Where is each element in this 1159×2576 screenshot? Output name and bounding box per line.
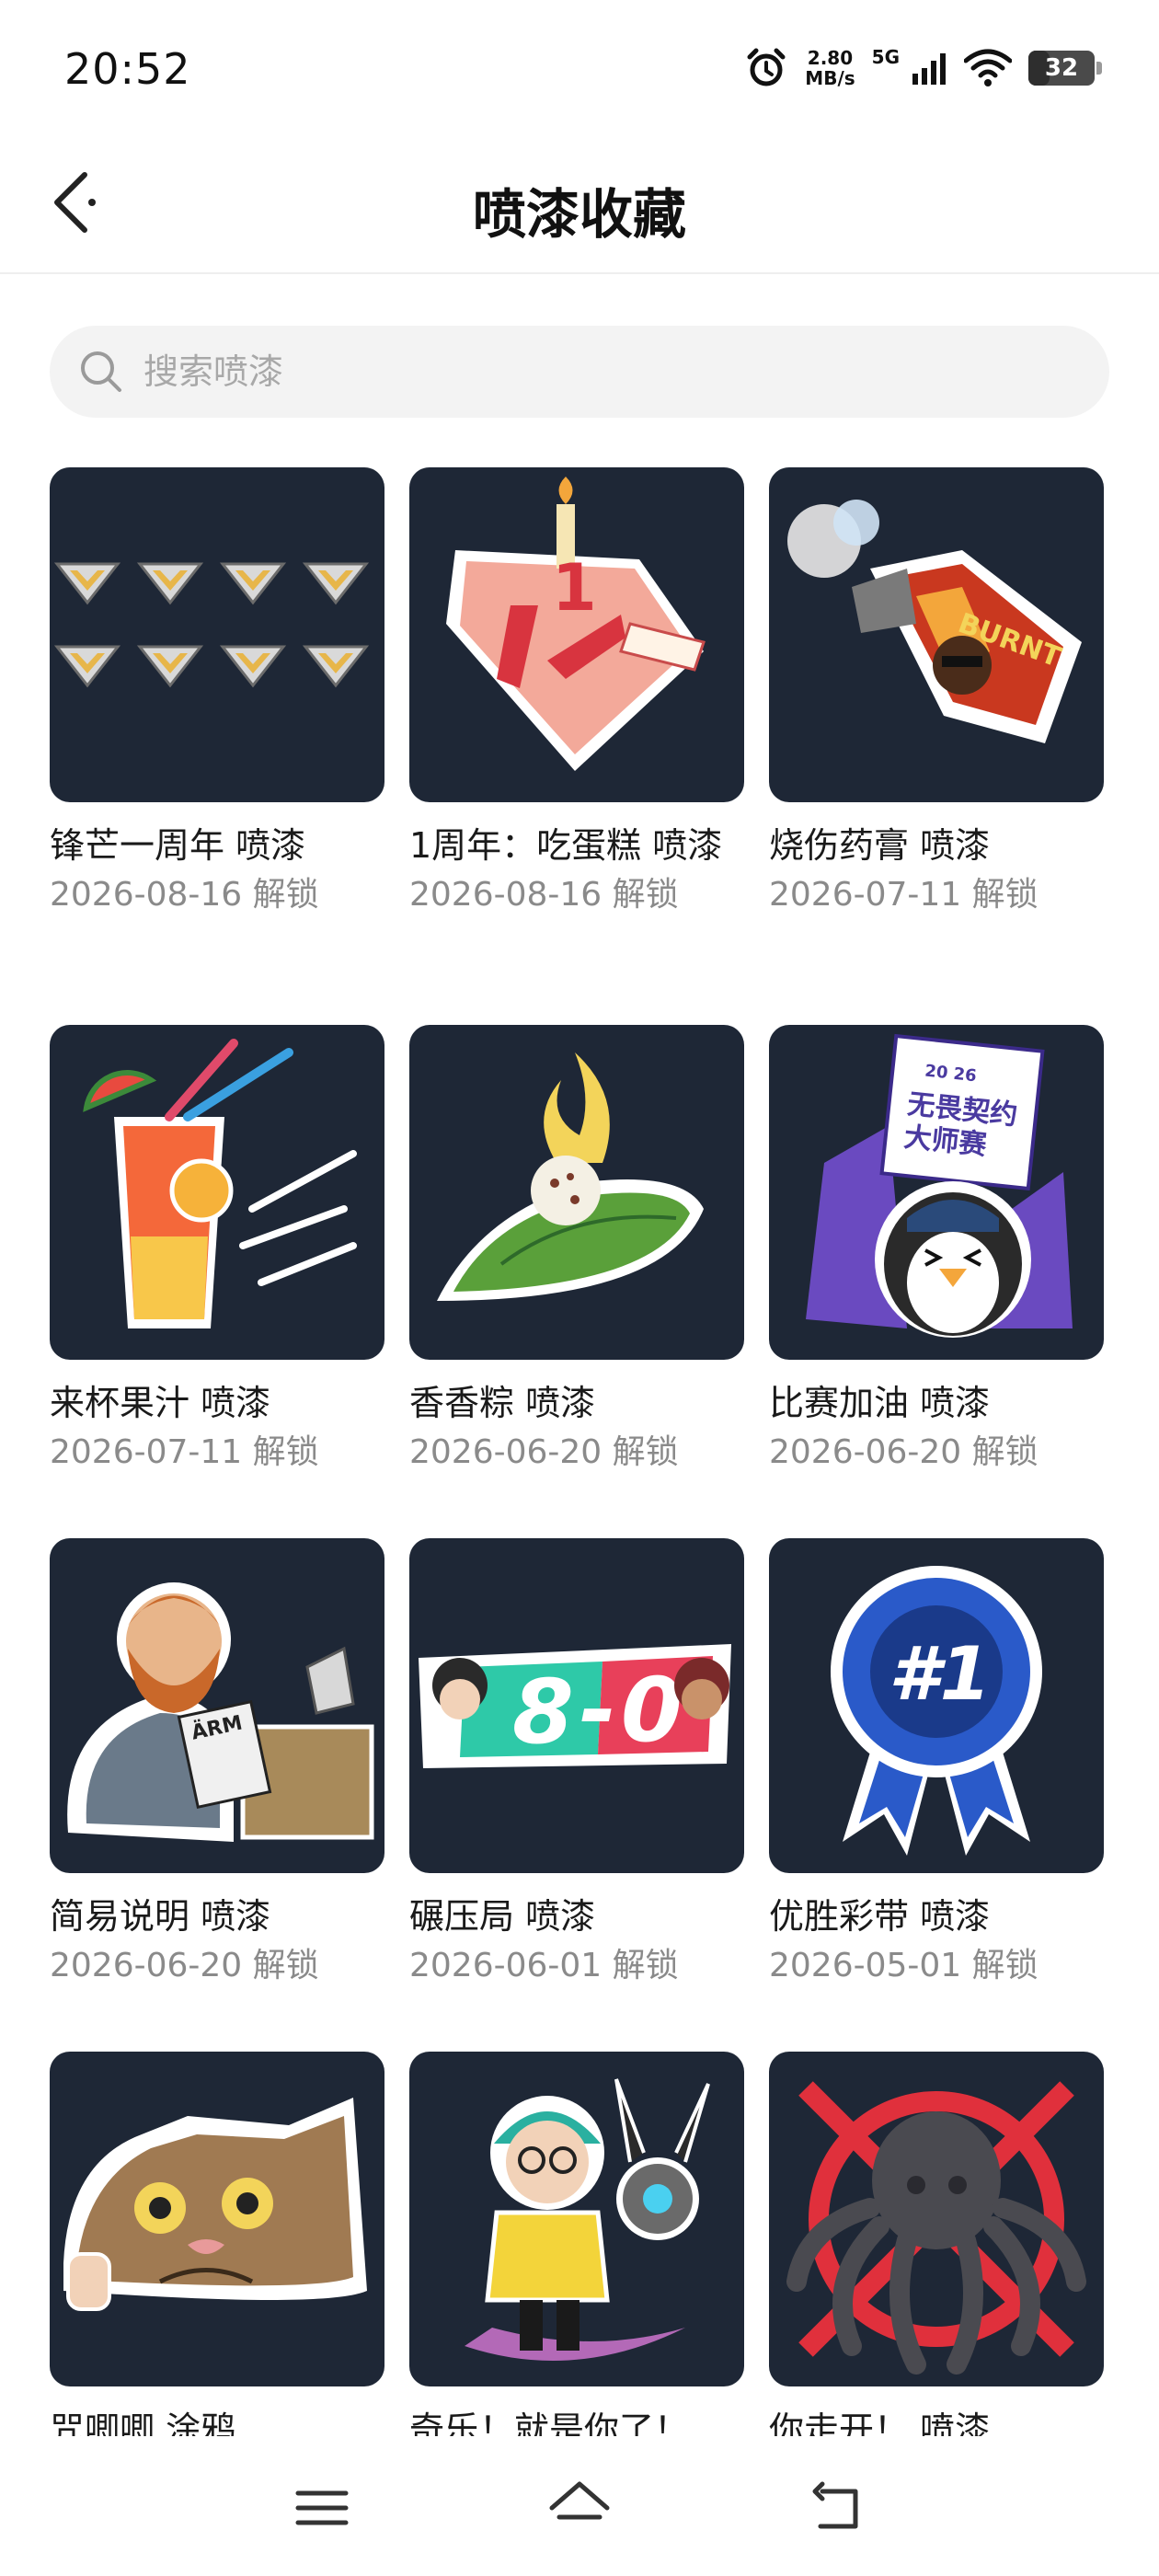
svg-text:-: - — [580, 1659, 616, 1762]
network-type: 5G — [871, 46, 900, 68]
spray-name: 锋芒一周年 喷漆 — [50, 825, 306, 866]
octopus-art — [786, 2081, 1086, 2375]
spray-unlock-date: 2026-07-11 解锁 — [50, 1433, 319, 1471]
spray-thumbnail[interactable] — [769, 2052, 1104, 2386]
spray-card[interactable]: 20 26 无畏契约 大师赛 伦敦 比赛加油 喷漆 2026-06-20 解锁 — [769, 1025, 1104, 1474]
menu-button[interactable] — [285, 2471, 359, 2545]
system-navbar — [0, 2436, 1159, 2576]
spray-card[interactable]: 你走开！ 喷漆 — [769, 2052, 1104, 2436]
alarm-icon — [747, 48, 786, 86]
spray-unlock-date: 2026-08-16 解锁 — [50, 876, 319, 914]
home-button[interactable] — [543, 2471, 616, 2545]
spray-unlock-date: 2026-08-16 解锁 — [409, 876, 679, 914]
spray-grid: 锋芒一周年 喷漆 2026-08-16 解锁 1 1周年：吃蛋糕 喷漆 2026… — [50, 467, 1109, 2436]
signal-icon — [912, 53, 946, 85]
spray-card[interactable]: 1 1周年：吃蛋糕 喷漆 2026-08-16 解锁 — [409, 467, 744, 916]
spray-name: 香香粽 喷漆 — [409, 1383, 596, 1423]
menu-icon — [295, 2490, 349, 2525]
sign-line-3: 伦敦 — [983, 1164, 1011, 1181]
spray-thumbnail[interactable] — [409, 1025, 744, 1360]
spray-unlock-date: 2026-05-01 解锁 — [769, 1947, 1039, 1984]
page-title: 喷漆收藏 — [472, 183, 686, 246]
back-icon — [812, 2481, 858, 2529]
spray-thumbnail[interactable]: #1 — [769, 1538, 1104, 1873]
battery-indicator: 32 — [1028, 51, 1102, 86]
spray-card[interactable]: ÄRM 简易说明 喷漆 2026-06-20 解锁 — [50, 1538, 384, 1987]
spray-collection-screen: 20:52 2.80 MB/s 5G 32 喷漆收藏 搜索喷漆 锋芒一周年 喷漆… — [0, 0, 1159, 2576]
spray-unlock-date: 2026-07-11 解锁 — [769, 876, 1039, 914]
spray-name: 碾压局 喷漆 — [409, 1896, 596, 1937]
zongzi-art — [437, 1052, 704, 1301]
ribbon-award-art: #1 — [831, 1566, 1042, 1856]
speed-unit: MB/s — [805, 67, 855, 89]
battery-level: 32 — [1044, 54, 1079, 82]
spray-card[interactable]: 咒唧唧 涂鸦 — [50, 2052, 384, 2436]
spray-name: 奇乐！就是你了！ — [409, 2409, 690, 2436]
girl-robot-art — [465, 2078, 710, 2361]
spray-unlock-date: 2026-06-20 解锁 — [50, 1947, 319, 1984]
score-right: 0 — [621, 1659, 683, 1762]
spray-thumbnail[interactable]: 20 26 无畏契约 大师赛 伦敦 — [769, 1025, 1104, 1360]
status-bar: 20:52 2.80 MB/s 5G 32 — [0, 0, 1159, 138]
grumpy-cat-art — [63, 2098, 367, 2311]
spray-card[interactable]: BURNT 烧伤药膏 喷漆 2026-07-11 解锁 — [769, 467, 1104, 916]
spray-name: 咒唧唧 涂鸦 — [50, 2409, 236, 2436]
spray-unlock-date: 2026-06-01 解锁 — [409, 1947, 679, 1984]
burnt-rocket-art: BURNT — [787, 500, 1082, 743]
manual-reading-art: ÄRM — [67, 1582, 374, 1842]
spray-name: 烧伤药膏 喷漆 — [769, 825, 991, 866]
home-icon — [549, 2481, 610, 2520]
spray-unlock-date: 2026-06-20 解锁 — [769, 1433, 1039, 1471]
wifi-icon — [964, 49, 1012, 86]
spray-name: 比赛加油 喷漆 — [769, 1383, 991, 1423]
header: 喷漆收藏 — [0, 138, 1159, 274]
anniversary-badges-art — [53, 562, 370, 688]
status-time: 20:52 — [64, 44, 191, 94]
search-icon — [81, 351, 121, 392]
spray-thumbnail[interactable]: 8 - 0 — [409, 1538, 744, 1873]
status-icons: 2.80 MB/s 5G 32 — [744, 46, 1102, 90]
svg-text:1: 1 — [552, 550, 597, 626]
spray-thumbnail[interactable] — [50, 2052, 384, 2386]
system-back-button[interactable] — [800, 2471, 874, 2545]
spray-card[interactable]: 8 - 0 碾压局 喷漆 2026-06-01 解锁 — [409, 1538, 744, 1987]
spray-unlock-date: 2026-06-20 解锁 — [409, 1433, 679, 1471]
juice-art — [83, 1039, 357, 1328]
penguin-sign-art: 20 26 无畏契约 大师赛 伦敦 — [806, 1033, 1073, 1338]
spray-name: 简易说明 喷漆 — [50, 1896, 271, 1937]
spray-card[interactable]: 来杯果汁 喷漆 2026-07-11 解锁 — [50, 1025, 384, 1474]
spray-name: 1周年：吃蛋糕 喷漆 — [409, 825, 723, 866]
search-bar[interactable] — [50, 326, 1109, 418]
spray-card[interactable]: 奇乐！就是你了！ — [409, 2052, 744, 2436]
spray-card[interactable]: 锋芒一周年 喷漆 2026-08-16 解锁 — [50, 467, 384, 916]
spray-thumbnail[interactable] — [50, 1025, 384, 1360]
spray-card[interactable]: #1 优胜彩带 喷漆 2026-05-01 解锁 — [769, 1538, 1104, 1987]
spray-thumbnail[interactable]: BURNT — [769, 467, 1104, 802]
spray-thumbnail[interactable]: 1 — [409, 467, 744, 802]
score-left: 8 — [512, 1661, 574, 1764]
score-art: 8 - 0 — [419, 1644, 731, 1768]
spray-name: 优胜彩带 喷漆 — [769, 1896, 991, 1937]
cake-art: 1 — [446, 477, 706, 771]
spray-name: 来杯果汁 喷漆 — [50, 1383, 271, 1423]
network-speed: 2.80 MB/s — [805, 48, 855, 88]
spray-thumbnail[interactable] — [50, 467, 384, 802]
spray-card[interactable]: 香香粽 喷漆 2026-06-20 解锁 — [409, 1025, 744, 1474]
ribbon-label: #1 — [889, 1631, 991, 1717]
spray-name: 你走开！ 喷漆 — [769, 2409, 991, 2436]
spray-thumbnail[interactable]: ÄRM — [50, 1538, 384, 1873]
search-input[interactable] — [142, 351, 973, 393]
speed-value: 2.80 — [807, 47, 854, 69]
spray-thumbnail[interactable] — [409, 2052, 744, 2386]
